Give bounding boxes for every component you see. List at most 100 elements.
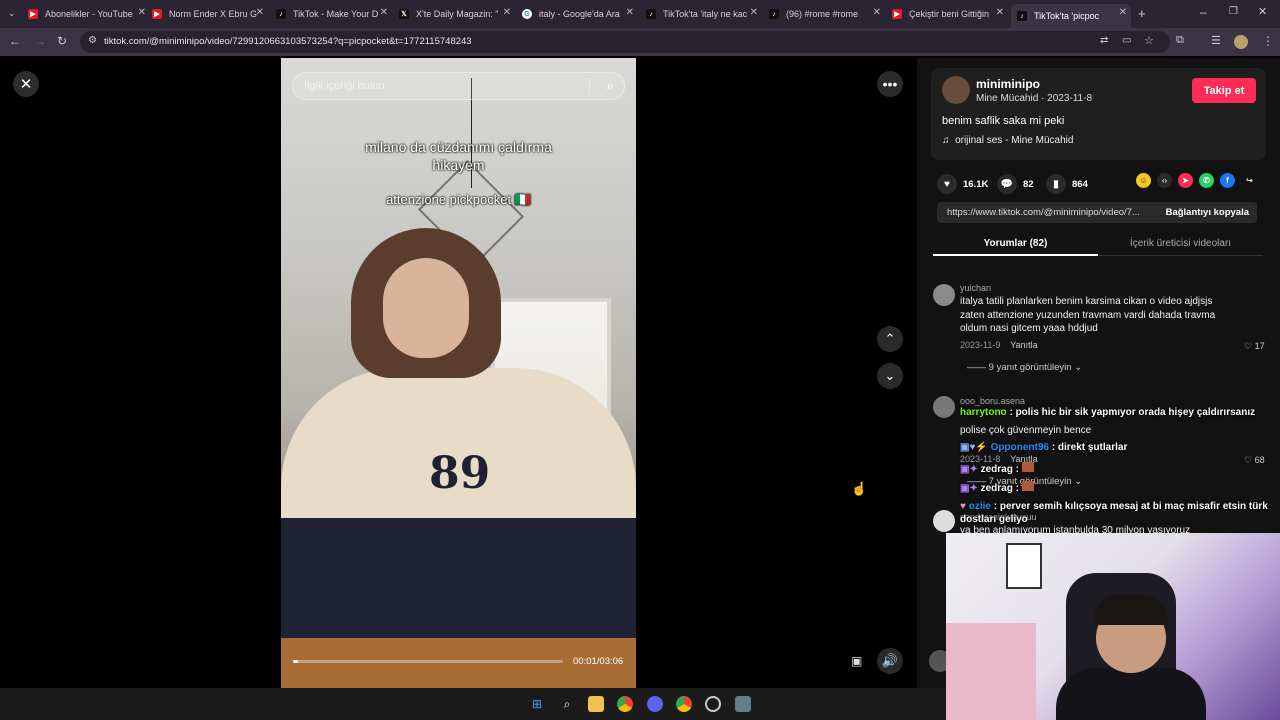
translate-icon[interactable]: ⇄ bbox=[1100, 35, 1108, 46]
app-icon[interactable] bbox=[705, 696, 721, 712]
save-button[interactable]: ▮ 864 bbox=[1046, 174, 1088, 194]
copy-link-button[interactable]: Bağlantıyı kopyala bbox=[1166, 207, 1249, 218]
next-video-button[interactable]: ⌄ bbox=[877, 363, 903, 389]
webcam-person-body bbox=[1056, 668, 1206, 720]
comment-like-count: 68 bbox=[1254, 455, 1265, 465]
search-icon[interactable]: ⌕ bbox=[559, 696, 575, 712]
start-icon[interactable]: ⊞ bbox=[529, 696, 545, 712]
previous-video-button[interactable]: ⌃ bbox=[877, 326, 903, 352]
author-subline: Mine Mücahid · 2023-11-8 bbox=[976, 93, 1093, 104]
close-video-button[interactable]: ✕ bbox=[13, 71, 39, 97]
comment-count: 82 bbox=[1023, 178, 1034, 190]
close-icon[interactable]: ✕ bbox=[380, 7, 388, 18]
browser-tab[interactable]: 𝕏 X'te Daily Magazin: " ✕ bbox=[399, 4, 515, 24]
browser-tab[interactable]: ♪ (96) #rome #rome ✕ bbox=[769, 4, 885, 24]
tab-search-icon[interactable]: ⌄ bbox=[8, 8, 16, 19]
menu-icon[interactable]: ⋮ bbox=[1262, 34, 1274, 48]
follow-button[interactable]: Takip et bbox=[1192, 78, 1256, 103]
bookmark-icon: ▮ bbox=[1046, 174, 1066, 194]
reload-icon[interactable]: ↻ bbox=[57, 34, 67, 48]
comment-like[interactable]: ♡ 68 bbox=[1244, 455, 1265, 466]
chrome-profile-icon[interactable] bbox=[676, 696, 692, 712]
chrome-icon[interactable] bbox=[617, 696, 633, 712]
browser-tab[interactable]: G italy - Google'da Ara ✕ bbox=[522, 4, 638, 24]
whatsapp-icon[interactable]: ✆ bbox=[1199, 173, 1214, 188]
badge-icon: ▣✦ bbox=[960, 483, 978, 494]
comment-avatar[interactable] bbox=[933, 510, 955, 532]
maximize-button[interactable]: ❐ bbox=[1229, 6, 1238, 17]
volume-button[interactable]: 🔊 bbox=[877, 648, 903, 674]
facebook-icon[interactable]: f bbox=[1220, 173, 1235, 188]
close-icon[interactable]: ✕ bbox=[1119, 7, 1127, 18]
reply-button[interactable]: Yanıtla bbox=[1010, 340, 1037, 350]
webcam-picture-frame bbox=[1006, 543, 1042, 589]
view-replies-button[interactable]: —— 9 yanıt görüntüleyin ⌄ bbox=[967, 362, 1082, 373]
browser-tab[interactable]: ▶ Çekiştir beni Gittiğin ✕ bbox=[892, 4, 1008, 24]
search-icon[interactable]: ⌕ bbox=[607, 78, 614, 94]
comment-username[interactable]: ooo_boru.asena bbox=[960, 396, 1025, 406]
browser-tab[interactable]: ▶ Abonelikler - YouTube ✕ bbox=[28, 4, 150, 24]
progress-bar[interactable] bbox=[293, 660, 563, 663]
like-button[interactable]: ♥ 16.1K bbox=[937, 174, 988, 194]
browser-tab-strip: ⌄ ▶ Abonelikler - YouTube ✕ ▶ Norm Ender… bbox=[0, 0, 1280, 28]
x-icon: 𝕏 bbox=[399, 9, 409, 19]
tab-comments[interactable]: Yorumlar (82) bbox=[933, 234, 1098, 256]
mini-player-icon[interactable]: ▣ bbox=[851, 654, 862, 668]
chat-message: harrytono : polis hic bir sik yapmıyor o… bbox=[960, 407, 1256, 418]
browser-tab[interactable]: ♪ TikTok - Make Your D ✕ bbox=[276, 4, 392, 24]
username[interactable]: miniminipo bbox=[976, 77, 1040, 91]
reading-list-icon[interactable]: ☰ bbox=[1211, 34, 1221, 47]
comment-avatar[interactable] bbox=[933, 284, 955, 306]
comment-text: italya tatili planlarken benim karsima c… bbox=[960, 296, 1216, 334]
bookmark-star-icon[interactable]: ☆ bbox=[1144, 34, 1154, 47]
browser-tab[interactable]: ▶ Norm Ender X Ebru G ✕ bbox=[152, 4, 268, 24]
calculator-icon[interactable] bbox=[735, 696, 751, 712]
close-icon[interactable]: ✕ bbox=[996, 7, 1004, 18]
new-tab-button[interactable]: + bbox=[1138, 6, 1146, 21]
forward-icon[interactable]: → bbox=[34, 34, 46, 48]
comment-like[interactable]: ♡ 17 bbox=[1244, 341, 1265, 352]
extensions-icon[interactable]: ⧉ bbox=[1176, 34, 1184, 47]
related-search-input[interactable]: İlgili içeriği bulun ⌕ bbox=[292, 72, 625, 100]
repost-icon[interactable]: ☺ bbox=[1136, 173, 1151, 188]
cast-icon[interactable]: ▭ bbox=[1122, 35, 1131, 46]
music-link[interactable]: ♫ orijinal ses - Mine Mücahid bbox=[942, 135, 1073, 146]
tab-title: italy - Google'da Ara bbox=[539, 9, 620, 19]
browser-tab-active[interactable]: ♪ TikTok'ta 'picpoc ✕ bbox=[1011, 4, 1131, 28]
emote-icon bbox=[1021, 462, 1034, 472]
send-icon[interactable]: ➤ bbox=[1178, 173, 1193, 188]
browser-toolbar: ← → ↻ ⚙ tiktok.com/@miniminipo/video/729… bbox=[0, 28, 1280, 56]
close-icon[interactable]: ✕ bbox=[873, 7, 881, 18]
discord-icon[interactable] bbox=[647, 696, 663, 712]
video-player[interactable]: 89 İlgili içeriği bulun ⌕ milano da cüzd… bbox=[281, 58, 636, 688]
post-link-url[interactable]: https://www.tiktok.com/@miniminipo/video… bbox=[947, 207, 1157, 218]
chat-message: ▣✦ zedrag : bbox=[960, 462, 1034, 475]
close-icon[interactable]: ✕ bbox=[626, 7, 634, 18]
tab-creator-videos[interactable]: İçerik üreticisi videoları bbox=[1098, 234, 1263, 256]
browser-tab[interactable]: ♪ TikTok'ta 'italy ne kac ✕ bbox=[646, 4, 762, 24]
close-icon[interactable]: ✕ bbox=[138, 7, 146, 18]
share-icon[interactable]: ↪ bbox=[1242, 173, 1257, 188]
person-face bbox=[383, 258, 469, 358]
comment-avatar[interactable] bbox=[933, 396, 955, 418]
file-explorer-icon[interactable] bbox=[588, 696, 604, 712]
close-icon[interactable]: ✕ bbox=[750, 7, 758, 18]
embed-icon[interactable]: ‹› bbox=[1157, 173, 1172, 188]
comment-username[interactable]: yuichan bbox=[960, 283, 991, 293]
back-icon[interactable]: ← bbox=[9, 34, 21, 48]
profile-avatar[interactable] bbox=[1234, 35, 1248, 49]
comment-icon: 💬 bbox=[997, 174, 1017, 194]
youtube-icon: ▶ bbox=[28, 9, 38, 19]
minimize-button[interactable]: – bbox=[1200, 5, 1207, 19]
comment-button[interactable]: 💬 82 bbox=[997, 174, 1034, 194]
chat-username: Opponent96 bbox=[990, 442, 1049, 453]
window-close-button[interactable]: ✕ bbox=[1258, 5, 1267, 18]
address-bar[interactable]: ⚙ tiktok.com/@miniminipo/video/729912066… bbox=[80, 31, 1170, 53]
avatar[interactable] bbox=[942, 76, 970, 104]
site-info-icon[interactable]: ⚙ bbox=[88, 35, 97, 46]
tab-title: X'te Daily Magazin: " bbox=[416, 9, 499, 19]
more-options-button[interactable]: ••• bbox=[877, 71, 903, 97]
close-icon[interactable]: ✕ bbox=[503, 7, 511, 18]
close-icon[interactable]: ✕ bbox=[256, 7, 264, 18]
streamer-webcam bbox=[946, 533, 1280, 720]
